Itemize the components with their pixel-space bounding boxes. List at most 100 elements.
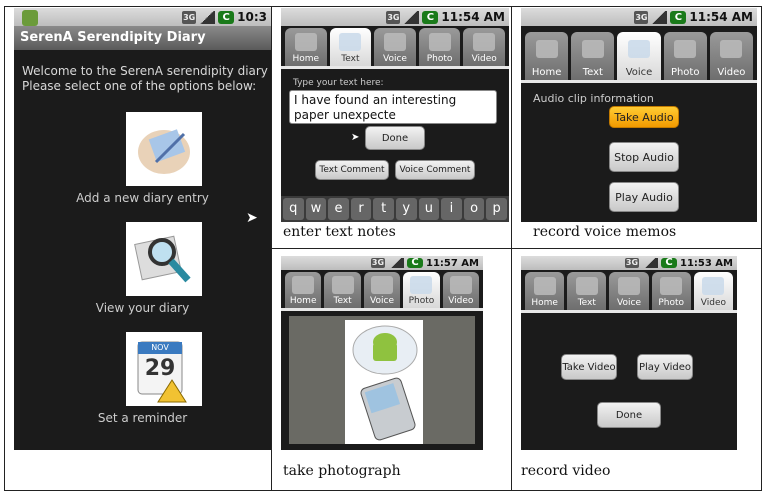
tab-video[interactable]: Video <box>709 32 754 80</box>
tab-photo[interactable]: Photo <box>663 32 707 80</box>
music-note-icon <box>383 33 406 51</box>
text-comment-button[interactable]: Text Comment <box>315 160 389 180</box>
key-r[interactable]: r <box>350 198 372 220</box>
video-camera-icon <box>473 33 496 51</box>
key-e[interactable]: e <box>328 198 349 220</box>
text-icon <box>339 33 362 51</box>
video-camera-icon <box>702 277 725 295</box>
key-u[interactable]: u <box>418 198 440 220</box>
battery-icon: C <box>218 10 235 24</box>
key-w[interactable]: w <box>305 198 327 220</box>
tab-home[interactable]: Home <box>285 28 327 66</box>
input-label: Type your text here: <box>293 78 384 88</box>
calendar-day: 29 <box>144 356 176 381</box>
tab-voice[interactable]: Voice <box>609 272 649 310</box>
panel-video: 3G C 11:53 AM Home Text Voice Photo Vide… <box>521 256 737 450</box>
status-time: 11:54 AM <box>689 10 753 24</box>
tab-video[interactable]: Video <box>463 28 505 66</box>
tab-text[interactable]: Text <box>567 272 607 310</box>
tab-bar: Home Text Voice Photo Video <box>281 272 483 308</box>
home-icon <box>535 40 558 58</box>
table-border-left <box>4 6 5 491</box>
done-button[interactable]: Done <box>365 126 425 150</box>
status-time: 11:53 AM <box>679 257 733 269</box>
photo-preview[interactable] <box>345 320 423 444</box>
play-video-button[interactable]: Play Video <box>637 354 693 380</box>
tab-bar: Home Text Voice Photo Video <box>281 28 509 66</box>
music-note-icon <box>628 40 650 58</box>
status-time: 11:57 AM <box>425 257 479 269</box>
done-button[interactable]: Done <box>597 402 661 428</box>
status-time: 11:54 AM <box>441 10 505 24</box>
tab-text[interactable]: Text <box>324 272 361 308</box>
tab-underline <box>521 80 757 83</box>
calendar-month: NOV <box>151 343 169 352</box>
video-camera-icon <box>449 276 472 294</box>
signal-icon <box>199 10 216 24</box>
tab-photo[interactable]: Photo <box>403 272 440 308</box>
take-video-button[interactable]: Take Video <box>561 354 617 380</box>
signal-icon <box>403 10 420 24</box>
tab-text[interactable]: Text <box>329 28 372 66</box>
panel-text-entry: 3G C 11:54 AM Home Text Voice Photo Vide… <box>281 8 509 222</box>
key-t[interactable]: t <box>373 198 394 220</box>
stop-audio-button[interactable]: Stop Audio <box>609 142 679 172</box>
table-border-bottom <box>4 490 762 491</box>
panel-main-menu: 3G C 10:3 SerenA Serendipity Diary Welco… <box>14 8 271 450</box>
diary-entry-icon <box>126 112 202 186</box>
caption-voice-memos: record voice memos <box>533 224 677 240</box>
key-o[interactable]: o <box>463 198 485 220</box>
key-y[interactable]: y <box>395 198 417 220</box>
tab-video[interactable]: Video <box>442 272 480 308</box>
option-label: Add a new diary entry <box>76 191 209 205</box>
home-icon <box>292 276 315 294</box>
option-view-diary[interactable]: View your diary <box>14 222 271 318</box>
camera-icon <box>410 276 433 294</box>
status-bar: 3G C 11:57 AM <box>281 256 483 270</box>
tab-voice[interactable]: Voice <box>617 32 661 80</box>
tab-home[interactable]: Home <box>285 272 322 308</box>
key-q[interactable]: q <box>283 198 304 220</box>
battery-icon: C <box>406 258 423 268</box>
take-audio-button[interactable]: Take Audio <box>609 106 679 128</box>
panel-photo: 3G C 11:57 AM Home Text Voice Photo Vide… <box>281 256 483 450</box>
camera-icon <box>660 277 683 295</box>
tab-text[interactable]: Text <box>571 32 615 80</box>
tab-voice[interactable]: Voice <box>363 272 401 308</box>
tab-home[interactable]: Home <box>525 272 565 310</box>
music-note-icon <box>371 276 394 294</box>
tab-voice[interactable]: Voice <box>374 28 416 66</box>
tab-underline <box>521 310 737 313</box>
camera-icon <box>428 33 451 51</box>
play-audio-button[interactable]: Play Audio <box>609 182 679 212</box>
network-3g-icon: 3G <box>634 10 649 24</box>
tab-photo[interactable]: Photo <box>418 28 461 66</box>
magnifier-icon <box>126 222 202 296</box>
option-add-entry[interactable]: Add a new diary entry <box>14 112 271 208</box>
app-title-bar: SerenA Serendipity Diary <box>14 26 271 50</box>
text-icon <box>581 40 604 58</box>
option-set-reminder[interactable]: NOV 29 Set a reminder <box>14 332 271 428</box>
option-label: View your diary <box>95 301 190 315</box>
tab-video[interactable]: Video <box>693 272 734 310</box>
video-camera-icon <box>720 40 743 58</box>
text-icon <box>575 277 598 295</box>
tab-bar: Home Text Voice Photo Video <box>521 272 737 310</box>
tab-underline <box>281 66 509 69</box>
text-input[interactable]: I have found an interesting paper unexpe… <box>289 90 497 124</box>
tab-home[interactable]: Home <box>525 32 569 80</box>
battery-icon: C <box>660 258 677 268</box>
tab-photo[interactable]: Photo <box>651 272 691 310</box>
key-i[interactable]: i <box>441 198 462 220</box>
welcome-line-2: Please select one of the options below: <box>22 79 257 93</box>
option-label: Set a reminder <box>97 411 188 425</box>
status-bar: 3G C 11:53 AM <box>521 256 737 270</box>
app-icon <box>22 10 38 26</box>
keyboard-row: q w e r t y u i o p <box>281 196 509 222</box>
voice-comment-button[interactable]: Voice Comment <box>395 160 475 180</box>
caption-photograph: take photograph <box>283 463 401 479</box>
network-3g-icon: 3G <box>386 10 401 24</box>
key-p[interactable]: p <box>486 198 507 220</box>
signal-icon <box>641 258 658 268</box>
battery-icon: C <box>422 10 439 24</box>
